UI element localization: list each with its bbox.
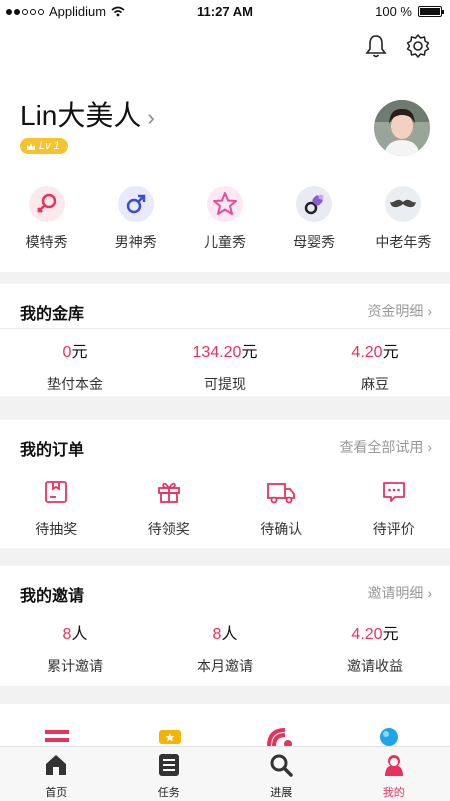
- truck-icon: [266, 478, 296, 506]
- battery-percent: 100 %: [375, 4, 412, 19]
- order-label: 待确认: [226, 519, 336, 539]
- level-badge: Lv 1: [20, 138, 68, 154]
- order-pending-confirm[interactable]: 待确认: [226, 478, 336, 539]
- bell-icon[interactable]: [362, 32, 390, 60]
- chevron-right-icon: ›: [147, 105, 154, 130]
- category-baby[interactable]: 母婴秀: [274, 186, 354, 252]
- comment-icon: [380, 478, 408, 506]
- vault-stat[interactable]: 0元 垫付本金: [0, 338, 150, 394]
- crown-icon: [26, 142, 36, 151]
- gear-icon[interactable]: [404, 32, 432, 60]
- order-pending-lottery[interactable]: 待抽奖: [1, 478, 111, 539]
- stat-unit: 元: [383, 626, 399, 643]
- stat-label: 累计邀请: [0, 656, 150, 676]
- category-male[interactable]: 男神秀: [96, 186, 176, 252]
- stat-value: 134.20: [193, 344, 242, 361]
- tab-bar: 首页 任务 进展 我的: [0, 746, 450, 801]
- home-icon: [43, 753, 69, 777]
- category-label: 男神秀: [96, 232, 176, 252]
- category-label: 中老年秀: [363, 232, 443, 252]
- menu-icon[interactable]: [44, 728, 70, 748]
- username-text: Lin大美人: [20, 100, 141, 131]
- gift-icon: [155, 478, 183, 506]
- mustache-icon: [385, 186, 421, 222]
- tab-label: 任务: [113, 784, 226, 800]
- stat-unit: 元: [241, 344, 257, 361]
- category-senior[interactable]: 中老年秀: [363, 186, 443, 252]
- view-all-orders-link[interactable]: 查看全部试用 ›: [339, 437, 432, 457]
- order-label: 待领奖: [114, 519, 224, 539]
- pacifier-icon: [296, 186, 332, 222]
- order-pending-prize[interactable]: 待领奖: [114, 478, 224, 539]
- stat-label: 本月邀请: [150, 656, 300, 676]
- tab-progress[interactable]: 进展: [225, 747, 338, 801]
- username[interactable]: Lin大美人›: [20, 94, 155, 134]
- order-label: 待抽奖: [1, 519, 111, 539]
- tab-label: 首页: [0, 784, 113, 800]
- user-icon: [382, 753, 406, 777]
- stat-label: 可提现: [150, 374, 300, 394]
- order-pending-review[interactable]: 待评价: [339, 478, 449, 539]
- tab-tasks[interactable]: 任务: [113, 747, 226, 801]
- avatar-image: [374, 100, 430, 156]
- category-kids[interactable]: 儿童秀: [185, 186, 265, 252]
- invite-stat[interactable]: 8人 累计邀请: [0, 620, 150, 676]
- stat-value: 4.20: [351, 344, 382, 361]
- trophy-icon[interactable]: [156, 726, 184, 746]
- stat-label: 垫付本金: [0, 374, 150, 394]
- tab-mine[interactable]: 我的: [338, 747, 450, 801]
- bubble-icon[interactable]: [378, 726, 400, 748]
- task-list-icon: [157, 753, 181, 777]
- vault-card: 我的金库 资金明细 › 0元 垫付本金 134.20元 可提现 4.20元 麻豆: [0, 284, 450, 396]
- profile-header: Lin大美人› Lv 1 模特秀 男神秀: [0, 24, 450, 272]
- tab-home[interactable]: 首页: [0, 747, 113, 801]
- vault-stat[interactable]: 4.20元 麻豆: [300, 338, 450, 394]
- stat-label: 邀请收益: [300, 656, 450, 676]
- tab-label: 进展: [225, 784, 338, 800]
- vault-title: 我的金库: [20, 300, 84, 324]
- feed-icon[interactable]: [266, 724, 296, 748]
- orders-title: 我的订单: [20, 436, 84, 460]
- orders-card: 我的订单 查看全部试用 › 待抽奖 待领奖 待确认 待评价: [0, 420, 450, 548]
- tab-label: 我的: [338, 784, 450, 800]
- category-row: 模特秀 男神秀 儿童秀 母婴秀 中老年秀: [0, 186, 450, 252]
- female-icon: [29, 186, 65, 222]
- level-text: Lv 1: [39, 140, 60, 152]
- stat-unit: 元: [71, 344, 87, 361]
- invite-stat[interactable]: 4.20元 邀请收益: [300, 620, 450, 676]
- male-icon: [118, 186, 154, 222]
- order-label: 待评价: [339, 519, 449, 539]
- battery-icon: [418, 6, 442, 17]
- lottery-box-icon: [42, 478, 70, 506]
- stat-unit: 元: [383, 344, 399, 361]
- vault-detail-link[interactable]: 资金明细 ›: [367, 301, 432, 321]
- category-label: 儿童秀: [185, 232, 265, 252]
- stat-unit: 人: [71, 626, 87, 643]
- category-model[interactable]: 模特秀: [7, 186, 87, 252]
- stat-unit: 人: [221, 626, 237, 643]
- category-label: 模特秀: [7, 232, 87, 252]
- more-features-row: [0, 704, 450, 748]
- invite-stat[interactable]: 8人 本月邀请: [150, 620, 300, 676]
- status-bar: Applidium 11:27 AM 100 %: [0, 0, 450, 24]
- invites-card: 我的邀请 邀请明细 › 8人 累计邀请 8人 本月邀请 4.20元 邀请收益: [0, 566, 450, 686]
- stat-value: 4.20: [351, 626, 382, 643]
- avatar[interactable]: [374, 100, 430, 156]
- star-icon: [207, 186, 243, 222]
- invites-title: 我的邀请: [20, 582, 84, 606]
- invite-detail-link[interactable]: 邀请明细 ›: [367, 583, 432, 603]
- vault-stat[interactable]: 134.20元 可提现: [150, 338, 300, 394]
- stat-label: 麻豆: [300, 374, 450, 394]
- category-label: 母婴秀: [274, 232, 354, 252]
- search-icon: [269, 753, 293, 777]
- divider: [0, 328, 450, 329]
